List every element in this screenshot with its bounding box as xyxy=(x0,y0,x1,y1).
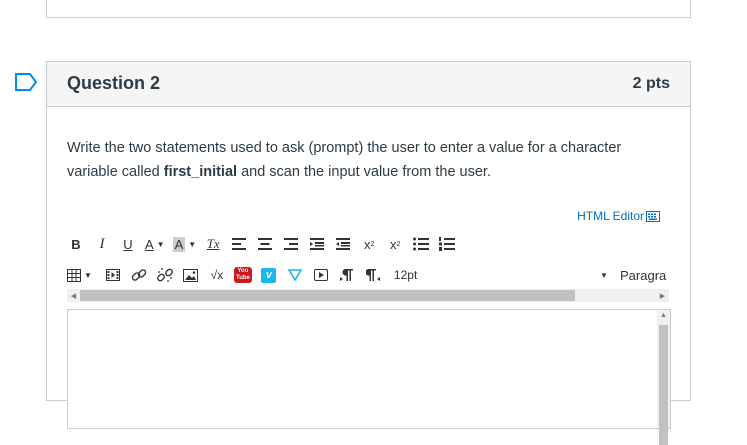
superscript-button[interactable]: x2 xyxy=(360,233,378,255)
editor-vertical-scrollbar[interactable]: ▲ xyxy=(657,310,670,445)
subscript-button[interactable]: x2 xyxy=(386,233,404,255)
background-color-button[interactable]: A ▼ xyxy=(172,233,197,255)
paragraph-format-select[interactable]: Paragra xyxy=(620,264,666,286)
link-icon[interactable] xyxy=(130,264,148,286)
question-text-part2: and scan the input value from the user. xyxy=(237,164,491,180)
keyboard-icon xyxy=(646,210,660,222)
indent-icon[interactable] xyxy=(308,233,326,255)
font-size-dropdown-icon[interactable]: ▼ xyxy=(600,271,608,280)
editor-toolbar-row2: ▼ √x You Tube v 12pt xyxy=(67,264,423,286)
equation-button[interactable]: √x xyxy=(208,264,226,286)
chevron-down-icon: ▼ xyxy=(188,239,197,249)
clear-formatting-label: Tx xyxy=(206,236,220,251)
underline-button[interactable]: U xyxy=(119,233,137,255)
scroll-right-icon[interactable]: ▶ xyxy=(656,289,669,302)
youtube-icon[interactable]: You Tube xyxy=(233,264,252,286)
align-right-icon[interactable] xyxy=(282,233,300,255)
font-size-select[interactable]: 12pt xyxy=(394,264,417,286)
text-color-button[interactable]: A ▼ xyxy=(145,233,165,255)
image-icon[interactable] xyxy=(182,264,200,286)
editor-scrollbar-thumb[interactable] xyxy=(659,325,668,445)
table-icon xyxy=(67,268,81,282)
align-left-icon[interactable] xyxy=(230,233,248,255)
youtube-logo: You Tube xyxy=(233,267,252,283)
bullet-list-icon[interactable] xyxy=(412,233,430,255)
question-title: Question 2 xyxy=(67,73,161,93)
vimeo-logo: v xyxy=(261,267,277,283)
bold-button[interactable]: B xyxy=(67,233,85,255)
answer-editor[interactable]: ▲ xyxy=(67,309,671,445)
html-editor-link[interactable]: HTML Editor xyxy=(577,209,660,223)
question-card: Question 2 2 pts Write the two statement… xyxy=(46,61,691,445)
video-icon[interactable] xyxy=(312,264,330,286)
media-embed-icon[interactable] xyxy=(286,264,304,286)
chevron-down-icon: ▼ xyxy=(156,239,165,249)
bookmark-flag-icon[interactable] xyxy=(14,72,38,92)
unlink-icon[interactable] xyxy=(156,264,174,286)
italic-button[interactable]: I xyxy=(93,233,111,255)
align-center-icon[interactable] xyxy=(256,233,274,255)
previous-question-card xyxy=(46,0,691,18)
scroll-left-icon[interactable]: ◀ xyxy=(67,289,80,302)
question-points: 2 pts xyxy=(632,75,670,92)
vimeo-icon[interactable]: v xyxy=(260,264,278,286)
chevron-down-icon: ▼ xyxy=(84,270,92,280)
paragraph-ltr-icon[interactable] xyxy=(338,264,356,286)
numbered-list-icon[interactable] xyxy=(438,233,456,255)
paragraph-rtl-icon[interactable] xyxy=(364,264,382,286)
variable-name: first_initial xyxy=(163,164,238,180)
scrollbar-thumb[interactable] xyxy=(80,290,575,301)
text-color-label: A xyxy=(145,236,154,252)
question-text: Write the two statements used to ask (pr… xyxy=(67,136,627,184)
youtube-label-top: You xyxy=(237,268,249,274)
clear-formatting-button[interactable]: Tx xyxy=(204,233,222,255)
background-color-label: A xyxy=(172,236,186,252)
question-header: Question 2 2 pts xyxy=(47,62,690,107)
paragraph-label: Paragra xyxy=(620,267,667,283)
editor-toolbar-row1: B I U A ▼ A ▼ Tx x2 x2 xyxy=(67,233,464,255)
outdent-icon[interactable] xyxy=(334,233,352,255)
scroll-up-icon[interactable]: ▲ xyxy=(657,312,670,319)
table-button[interactable]: ▼ xyxy=(67,264,92,286)
youtube-label-bottom: Tube xyxy=(235,275,250,281)
html-editor-label[interactable]: HTML Editor xyxy=(577,209,644,223)
media-icon[interactable] xyxy=(104,264,122,286)
toolbar-horizontal-scrollbar[interactable]: ◀ ▶ xyxy=(67,289,669,302)
